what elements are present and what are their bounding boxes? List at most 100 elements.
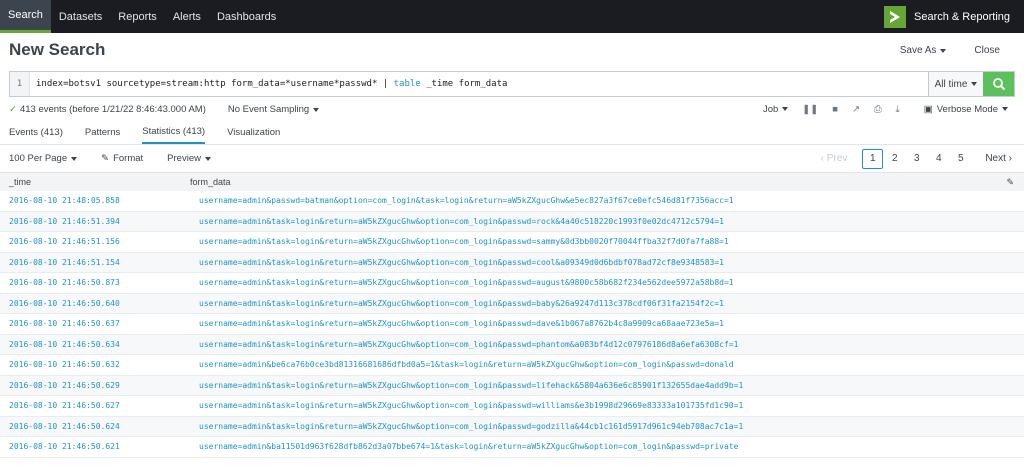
pencil-icon: ✎: [101, 153, 110, 164]
table-row[interactable]: 2016-08-10 21:46:51.156 username=admin&ta…: [0, 232, 1024, 253]
search-mode-dropdown[interactable]: ▣ Verbose Mode: [924, 104, 1008, 115]
table-row[interactable]: 2016-08-10 21:46:50.621 username=admin&ba…: [0, 437, 1024, 458]
prev-page-button[interactable]: ‹ Prev: [821, 153, 848, 164]
cell-form-data[interactable]: username=admin&task=login&return=aW5kZXg…: [199, 381, 1024, 390]
cell-time[interactable]: 2016-08-10 21:46:50.640: [0, 299, 199, 308]
page-header: New Search Save As Close: [0, 33, 1024, 67]
cell-form-data[interactable]: username=admin&task=login&return=aW5kZXg…: [199, 299, 1024, 308]
column-header-form-data[interactable]: form_data: [190, 177, 1024, 187]
page-1-button[interactable]: 1: [862, 148, 884, 169]
mode-icon: ▣: [923, 103, 933, 115]
download-icon: ⤓: [895, 103, 900, 115]
export-button[interactable]: ⤓: [896, 104, 900, 115]
search-input[interactable]: index=botsv1 sourcetype=stream:http form…: [30, 72, 928, 96]
page-3-button[interactable]: 3: [906, 149, 927, 169]
search-button[interactable]: [983, 72, 1014, 96]
page-5-button[interactable]: 5: [950, 149, 971, 169]
save-as-button[interactable]: Save As: [900, 45, 947, 56]
tab-visualization[interactable]: Visualization: [227, 121, 280, 144]
format-button[interactable]: ✎ Format: [101, 153, 143, 164]
chevron-down-icon: [204, 156, 211, 161]
stop-button[interactable]: ■: [832, 104, 838, 115]
table-row[interactable]: 2016-08-10 21:46:50.627 username=admin&ta…: [0, 396, 1024, 417]
nav-reports[interactable]: Reports: [110, 0, 165, 33]
table-row[interactable]: 2016-08-10 21:46:50.873 username=admin&ta…: [0, 273, 1024, 294]
table-row[interactable]: 2016-08-10 21:46:50.629 username=admin&ta…: [0, 375, 1024, 396]
share-icon: ↗: [851, 103, 860, 115]
time-range-picker[interactable]: All time: [928, 72, 983, 96]
check-icon: ✓: [9, 103, 17, 115]
time-range-label: All time: [934, 78, 968, 90]
cell-time[interactable]: 2016-08-10 21:46:51.394: [0, 217, 199, 226]
save-as-label: Save As: [899, 44, 937, 56]
cell-time[interactable]: 2016-08-10 21:48:05.858: [0, 196, 199, 205]
table-row[interactable]: 2016-08-10 21:46:50.624 username=admin&ta…: [0, 416, 1024, 437]
table-row[interactable]: 2016-08-10 21:46:51.154 username=admin&ta…: [0, 252, 1024, 273]
chevron-down-icon: [940, 48, 947, 53]
cell-form-data[interactable]: username=admin&passwd=batman&option=com_…: [199, 196, 1024, 205]
next-page-button[interactable]: Next ›: [985, 153, 1012, 164]
per-page-label: 100 Per Page: [9, 153, 68, 164]
cell-time[interactable]: 2016-08-10 21:46:51.156: [0, 237, 199, 246]
close-button[interactable]: Close: [974, 45, 1000, 56]
preview-dropdown[interactable]: Preview: [167, 153, 211, 164]
event-count: 413 events (before 1/21/22 8:46:43.000 A…: [19, 103, 206, 115]
mode-label: Verbose Mode: [936, 103, 998, 115]
print-button[interactable]: ⎙: [874, 104, 882, 115]
column-header-time[interactable]: _time: [0, 177, 190, 187]
cell-form-data[interactable]: username=admin&task=login&return=aW5kZXg…: [199, 401, 1024, 410]
share-button[interactable]: ↗: [852, 104, 860, 115]
cell-form-data[interactable]: username=admin&ba11501d963f628dfb862d3a0…: [199, 442, 1024, 451]
nav-search[interactable]: Search: [0, 0, 51, 33]
table-row[interactable]: 2016-08-10 21:46:50.632 username=admin&be…: [0, 355, 1024, 376]
table-row[interactable]: 2016-08-10 21:46:50.634 username=admin&ta…: [0, 334, 1024, 355]
cell-time[interactable]: 2016-08-10 21:46:50.632: [0, 360, 199, 369]
chevron-down-icon: [971, 82, 978, 86]
cell-time[interactable]: 2016-08-10 21:46:51.154: [0, 258, 199, 267]
cell-time[interactable]: 2016-08-10 21:46:50.629: [0, 381, 199, 390]
cell-form-data[interactable]: username=admin&task=login&return=aW5kZXg…: [199, 258, 1024, 267]
table-row[interactable]: 2016-08-10 21:46:50.637 username=admin&ta…: [0, 314, 1024, 335]
query-command: table: [393, 79, 421, 89]
cell-time[interactable]: 2016-08-10 21:46:50.627: [0, 401, 199, 410]
top-navigation: Search Datasets Reports Alerts Dashboard…: [0, 0, 1024, 33]
tab-statistics[interactable]: Statistics (413): [142, 121, 206, 144]
cell-time[interactable]: 2016-08-10 21:46:50.634: [0, 340, 199, 349]
event-sampling-dropdown[interactable]: No Event Sampling: [227, 103, 320, 115]
table-row[interactable]: 2016-08-10 21:46:50.640 username=admin&ta…: [0, 293, 1024, 314]
job-menu[interactable]: Job: [762, 103, 789, 115]
per-page-dropdown[interactable]: 100 Per Page: [9, 153, 78, 164]
search-icon: [992, 78, 1005, 91]
edit-columns-icon[interactable]: ✎: [1006, 177, 1014, 188]
cell-form-data[interactable]: username=admin&be6ca76b0ce3bd81316681686…: [199, 360, 1024, 369]
nav-dashboards[interactable]: Dashboards: [209, 0, 284, 33]
pause-button[interactable]: ❚❚: [802, 104, 818, 115]
pause-icon: ❚❚: [802, 103, 819, 115]
cell-time[interactable]: 2016-08-10 21:46:50.624: [0, 422, 199, 431]
table-header: _time form_data ✎: [0, 172, 1024, 191]
tab-patterns[interactable]: Patterns: [85, 121, 120, 144]
cell-form-data[interactable]: username=admin&task=login&return=aW5kZXg…: [199, 319, 1024, 328]
preview-label: Preview: [167, 153, 201, 164]
page-4-button[interactable]: 4: [928, 149, 949, 169]
table-row[interactable]: 2016-08-10 21:46:51.394 username=admin&ta…: [0, 211, 1024, 232]
cell-time[interactable]: 2016-08-10 21:46:50.621: [0, 442, 199, 451]
cell-form-data[interactable]: username=admin&task=login&return=aW5kZXg…: [199, 237, 1024, 246]
stop-icon: ■: [832, 103, 838, 115]
page-2-button[interactable]: 2: [884, 149, 905, 169]
result-tabs: Events (413) Patterns Statistics (413) V…: [0, 121, 1024, 145]
cell-form-data[interactable]: username=admin&task=login&return=aW5kZXg…: [199, 340, 1024, 349]
nav-alerts[interactable]: Alerts: [165, 0, 209, 33]
nav-datasets[interactable]: Datasets: [51, 0, 110, 33]
app-brand[interactable]: Search & Reporting: [884, 0, 1024, 33]
cell-time[interactable]: 2016-08-10 21:46:50.873: [0, 278, 199, 287]
cell-time[interactable]: 2016-08-10 21:46:50.637: [0, 319, 199, 328]
sampling-label: No Event Sampling: [227, 103, 310, 115]
table-row[interactable]: 2016-08-10 21:48:05.858 username=admin&pa…: [0, 191, 1024, 212]
cell-form-data[interactable]: username=admin&task=login&return=aW5kZXg…: [199, 217, 1024, 226]
cell-form-data[interactable]: username=admin&task=login&return=aW5kZXg…: [199, 278, 1024, 287]
cell-form-data[interactable]: username=admin&task=login&return=aW5kZXg…: [199, 422, 1024, 431]
tab-events[interactable]: Events (413): [9, 121, 63, 144]
job-label: Job: [762, 103, 779, 115]
search-bar: 1 index=botsv1 sourcetype=stream:http fo…: [9, 71, 1015, 97]
